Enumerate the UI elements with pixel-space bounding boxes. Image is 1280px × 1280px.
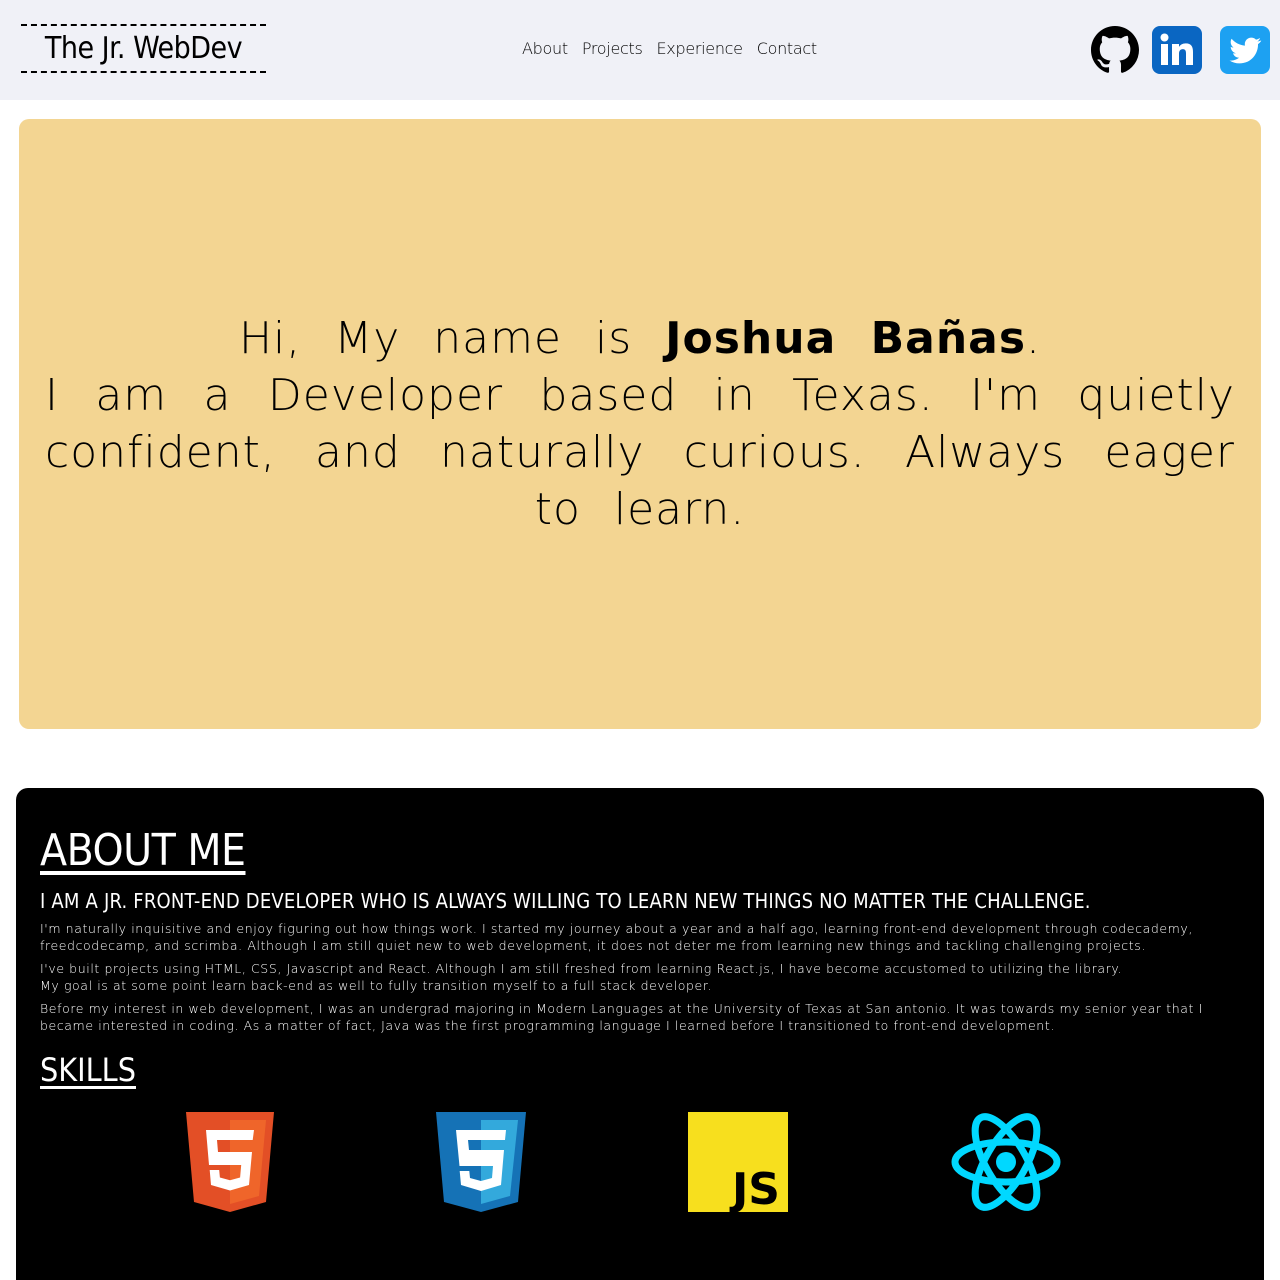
github-icon[interactable] (1090, 26, 1140, 74)
about-title: ABOUT ME (40, 825, 246, 876)
html5-icon (186, 1112, 274, 1212)
about-paragraph-2: I've built projects using HTML, CSS, Jav… (40, 961, 1123, 976)
site-logo[interactable]: The Jr. WebDev (21, 24, 266, 73)
react-icon (950, 1112, 1062, 1212)
hero-greeting: Hi, My name is (238, 313, 666, 364)
hero-intro: Hi, My name is Joshua Bañas. I am a Deve… (45, 310, 1235, 538)
about-subtitle: I AM A JR. FRONT-END DEVELOPER WHO IS AL… (40, 889, 1091, 913)
main-nav: About Projects Experience Contact (522, 36, 817, 60)
site-header: The Jr. WebDev About Projects Experience… (0, 0, 1280, 100)
about-section: ABOUT ME I AM A JR. FRONT-END DEVELOPER … (16, 788, 1264, 1280)
nav-contact[interactable]: Contact (757, 39, 817, 58)
hero-tagline: I am a Developer based in Texas. I'm qui… (45, 370, 1235, 535)
nav-projects[interactable]: Projects (582, 39, 643, 58)
about-paragraph-1: I'm naturally inquisitive and enjoy figu… (40, 921, 1193, 953)
skills-list: JS (16, 1112, 1264, 1215)
twitter-icon[interactable] (1220, 26, 1270, 74)
skills-title: SKILLS (40, 1051, 136, 1089)
linkedin-icon[interactable] (1152, 26, 1202, 74)
js-label: JS (729, 1164, 780, 1212)
hero-greeting-line: Hi, My name is Joshua Bañas. (45, 310, 1235, 367)
hero-banner: Hi, My name is Joshua Bañas. I am a Deve… (19, 119, 1261, 729)
hero-name: Joshua Bañas (665, 313, 1027, 364)
javascript-icon: JS (688, 1112, 788, 1215)
about-paragraph-3: My goal is at some point learn back-end … (40, 978, 713, 993)
hero-period: . (1026, 313, 1042, 364)
about-paragraph-4: Before my interest in web development, I… (40, 1001, 1203, 1033)
css3-icon (436, 1112, 526, 1212)
nav-about[interactable]: About (522, 39, 568, 58)
nav-experience[interactable]: Experience (657, 39, 744, 58)
